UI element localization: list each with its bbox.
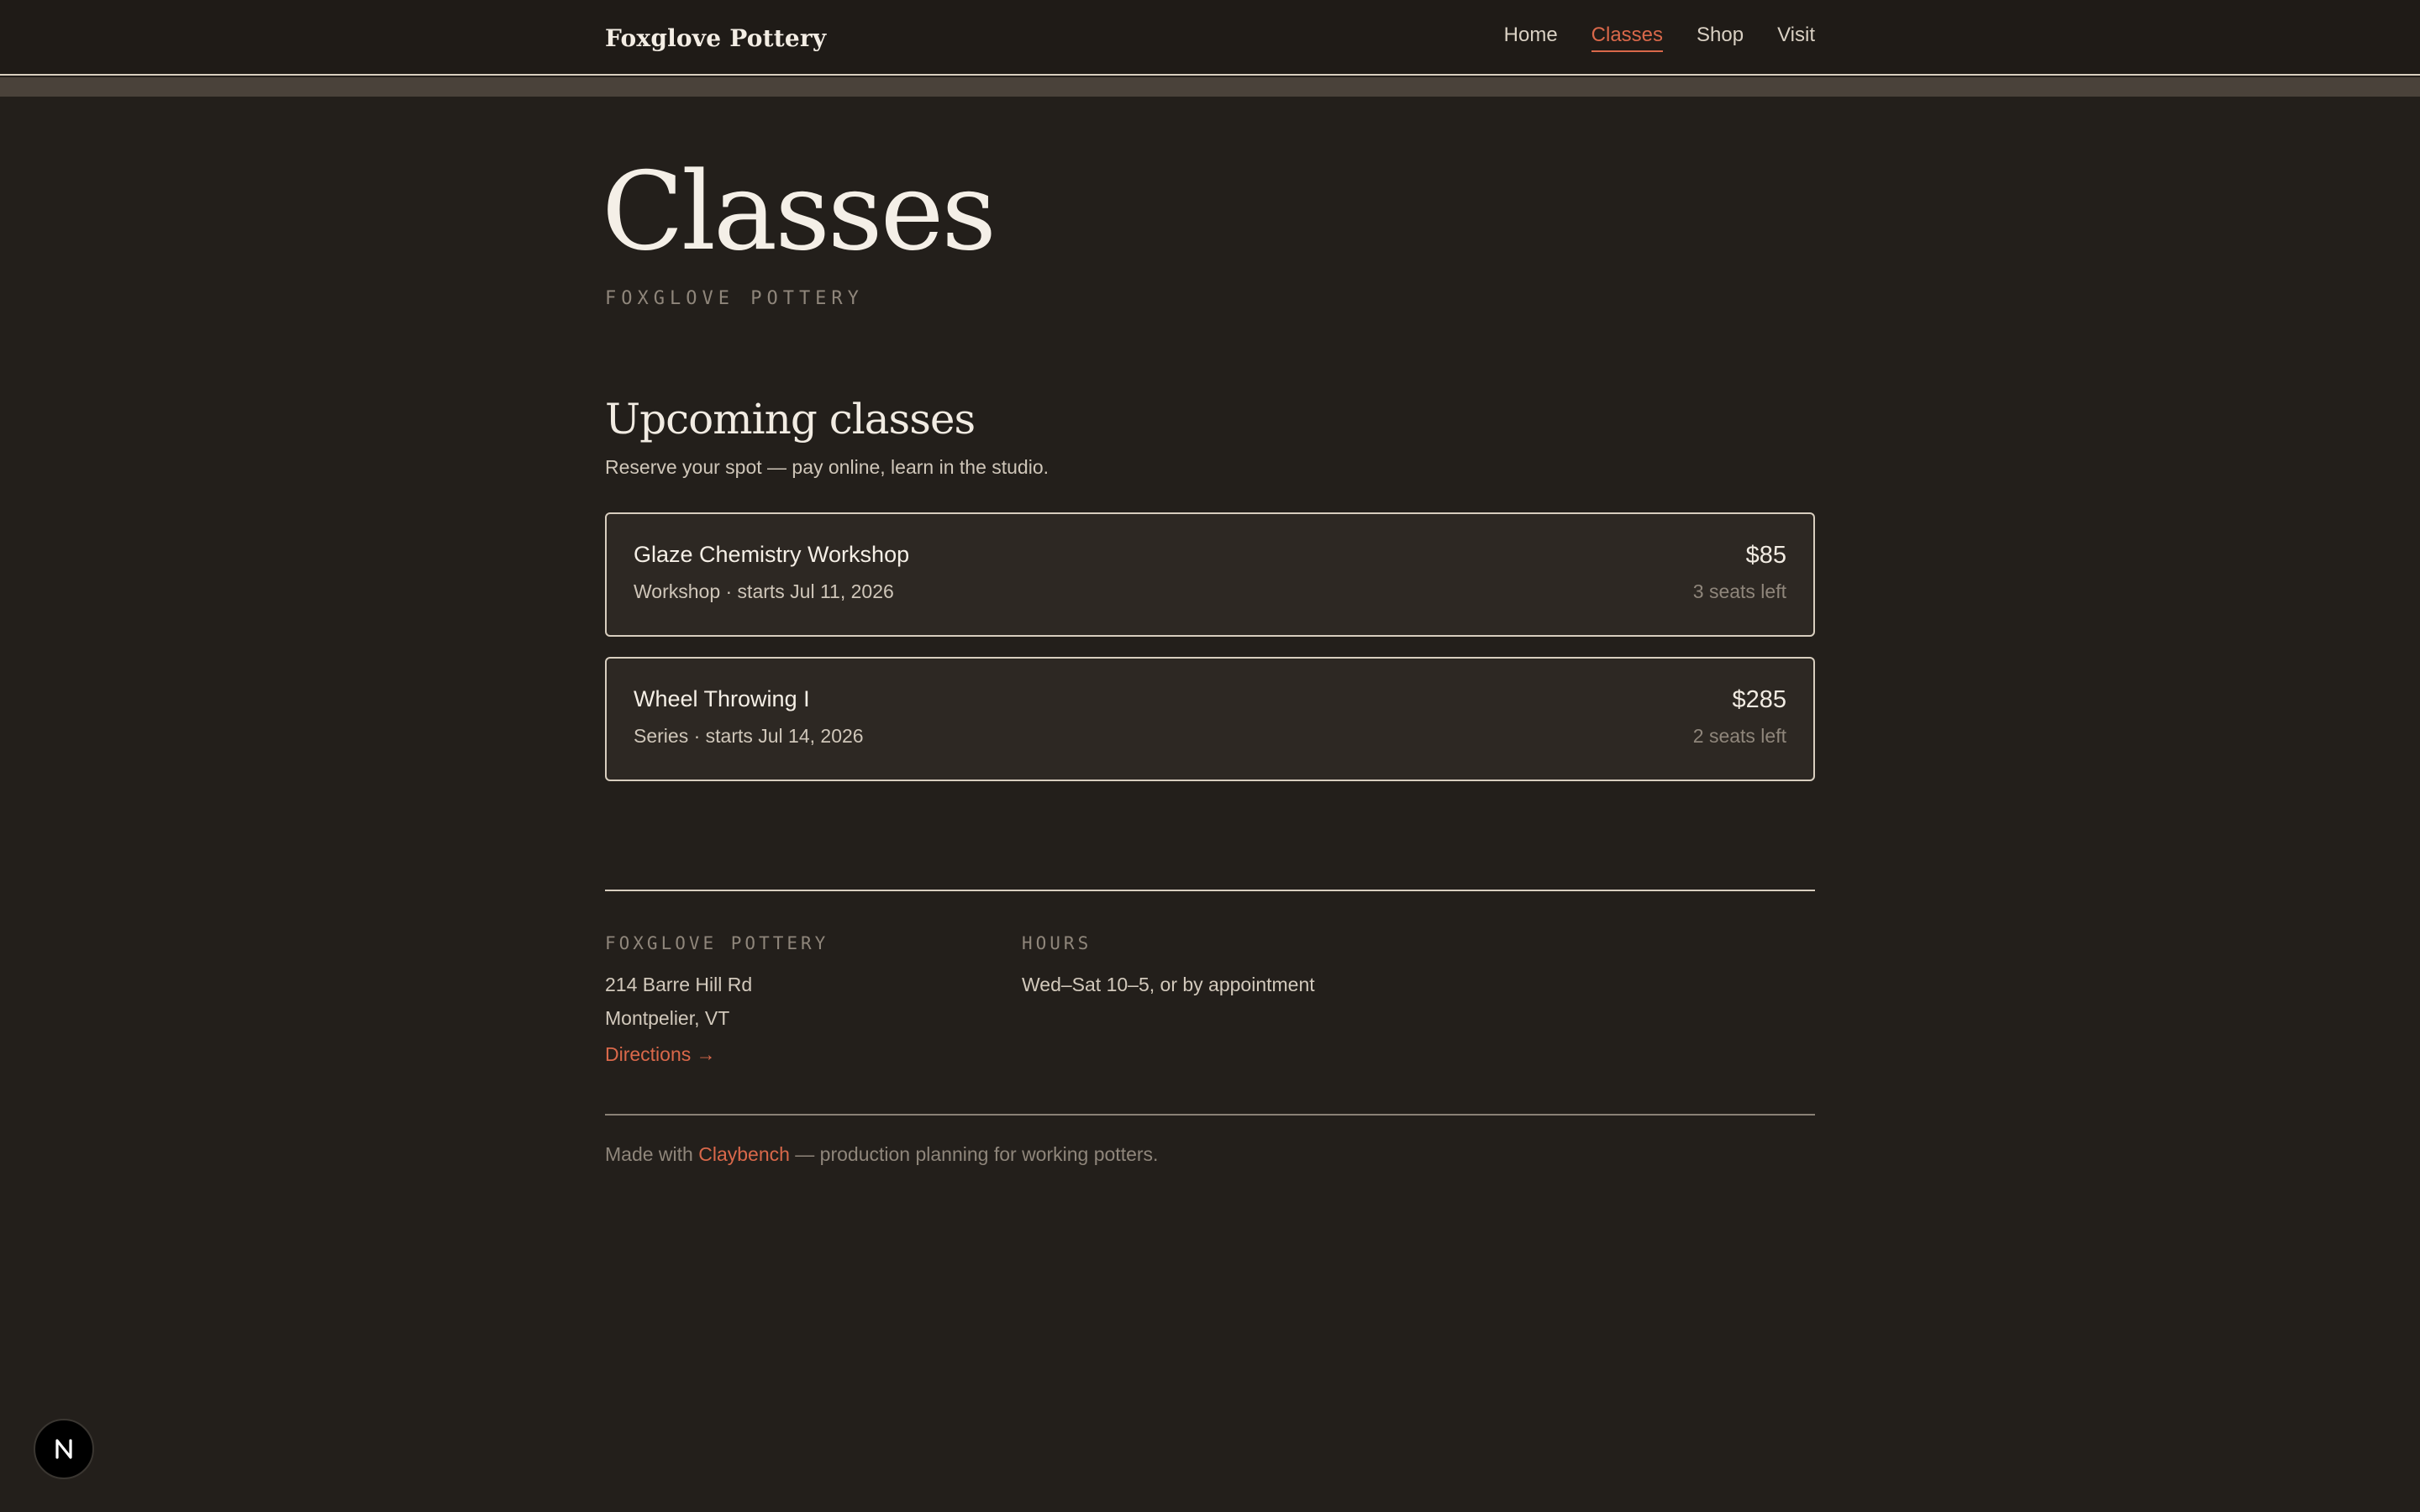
class-price: $285 [1732, 686, 1786, 713]
footer-address-line1: 214 Barre Hill Rd [605, 974, 753, 995]
class-meta: Workshop · starts Jul 11, 2026 [634, 580, 894, 602]
nav-container: Foxglove Pottery Home Classes Shop Visit [605, 0, 1815, 76]
nav-link-home[interactable]: Home [1504, 24, 1558, 52]
next-dev-tools-button[interactable] [34, 1419, 94, 1479]
upcoming-classes-description: Reserve your spot — pay online, learn in… [605, 456, 1050, 478]
class-meta: Series · starts Jul 14, 2026 [634, 725, 864, 747]
upcoming-classes-heading: Upcoming classes [605, 395, 976, 444]
nav-link-classes[interactable]: Classes [1591, 24, 1664, 52]
page-subtitle: FOXGLOVE POTTERY [605, 288, 864, 309]
next-logo-icon [55, 1439, 72, 1459]
top-navigation-bar: Foxglove Pottery Home Classes Shop Visit [0, 0, 2420, 76]
class-seats-left: 2 seats left [1692, 725, 1786, 747]
claybench-link[interactable]: Claybench [698, 1143, 790, 1165]
class-card-wheel-throwing[interactable]: Wheel Throwing I Series · starts Jul 14,… [605, 657, 1815, 781]
class-seats-left: 3 seats left [1692, 580, 1786, 602]
footer-studio-heading: FOXGLOVE POTTERY [605, 933, 829, 953]
footer-divider [605, 890, 1815, 891]
footer-hours-text: Wed–Sat 10–5, or by appointment [1022, 974, 1315, 995]
nav-link-shop[interactable]: Shop [1697, 24, 1744, 52]
header-accent-band [0, 77, 2420, 97]
made-with-prefix: Made with [605, 1143, 699, 1165]
brand-logo-link[interactable]: Foxglove Pottery [605, 24, 826, 52]
directions-link[interactable]: Directions → [605, 1043, 716, 1066]
made-with-credit: Made with Claybench — production plannin… [605, 1143, 1158, 1166]
footer-hours-heading: HOURS [1022, 933, 1092, 953]
class-card-glaze-chemistry[interactable]: Glaze Chemistry Workshop Workshop · star… [605, 512, 1815, 637]
made-with-suffix: — production planning for working potter… [789, 1143, 1159, 1165]
page-title: Classes [602, 150, 997, 275]
main-nav: Home Classes Shop Visit [1504, 24, 1815, 52]
nav-link-visit[interactable]: Visit [1777, 24, 1815, 52]
footer-address-line2: Montpelier, VT [605, 1007, 730, 1029]
footer-bottom-divider [605, 1114, 1815, 1116]
class-price: $85 [1745, 542, 1786, 569]
class-name: Glaze Chemistry Workshop [634, 542, 910, 567]
class-name: Wheel Throwing I [634, 686, 810, 711]
